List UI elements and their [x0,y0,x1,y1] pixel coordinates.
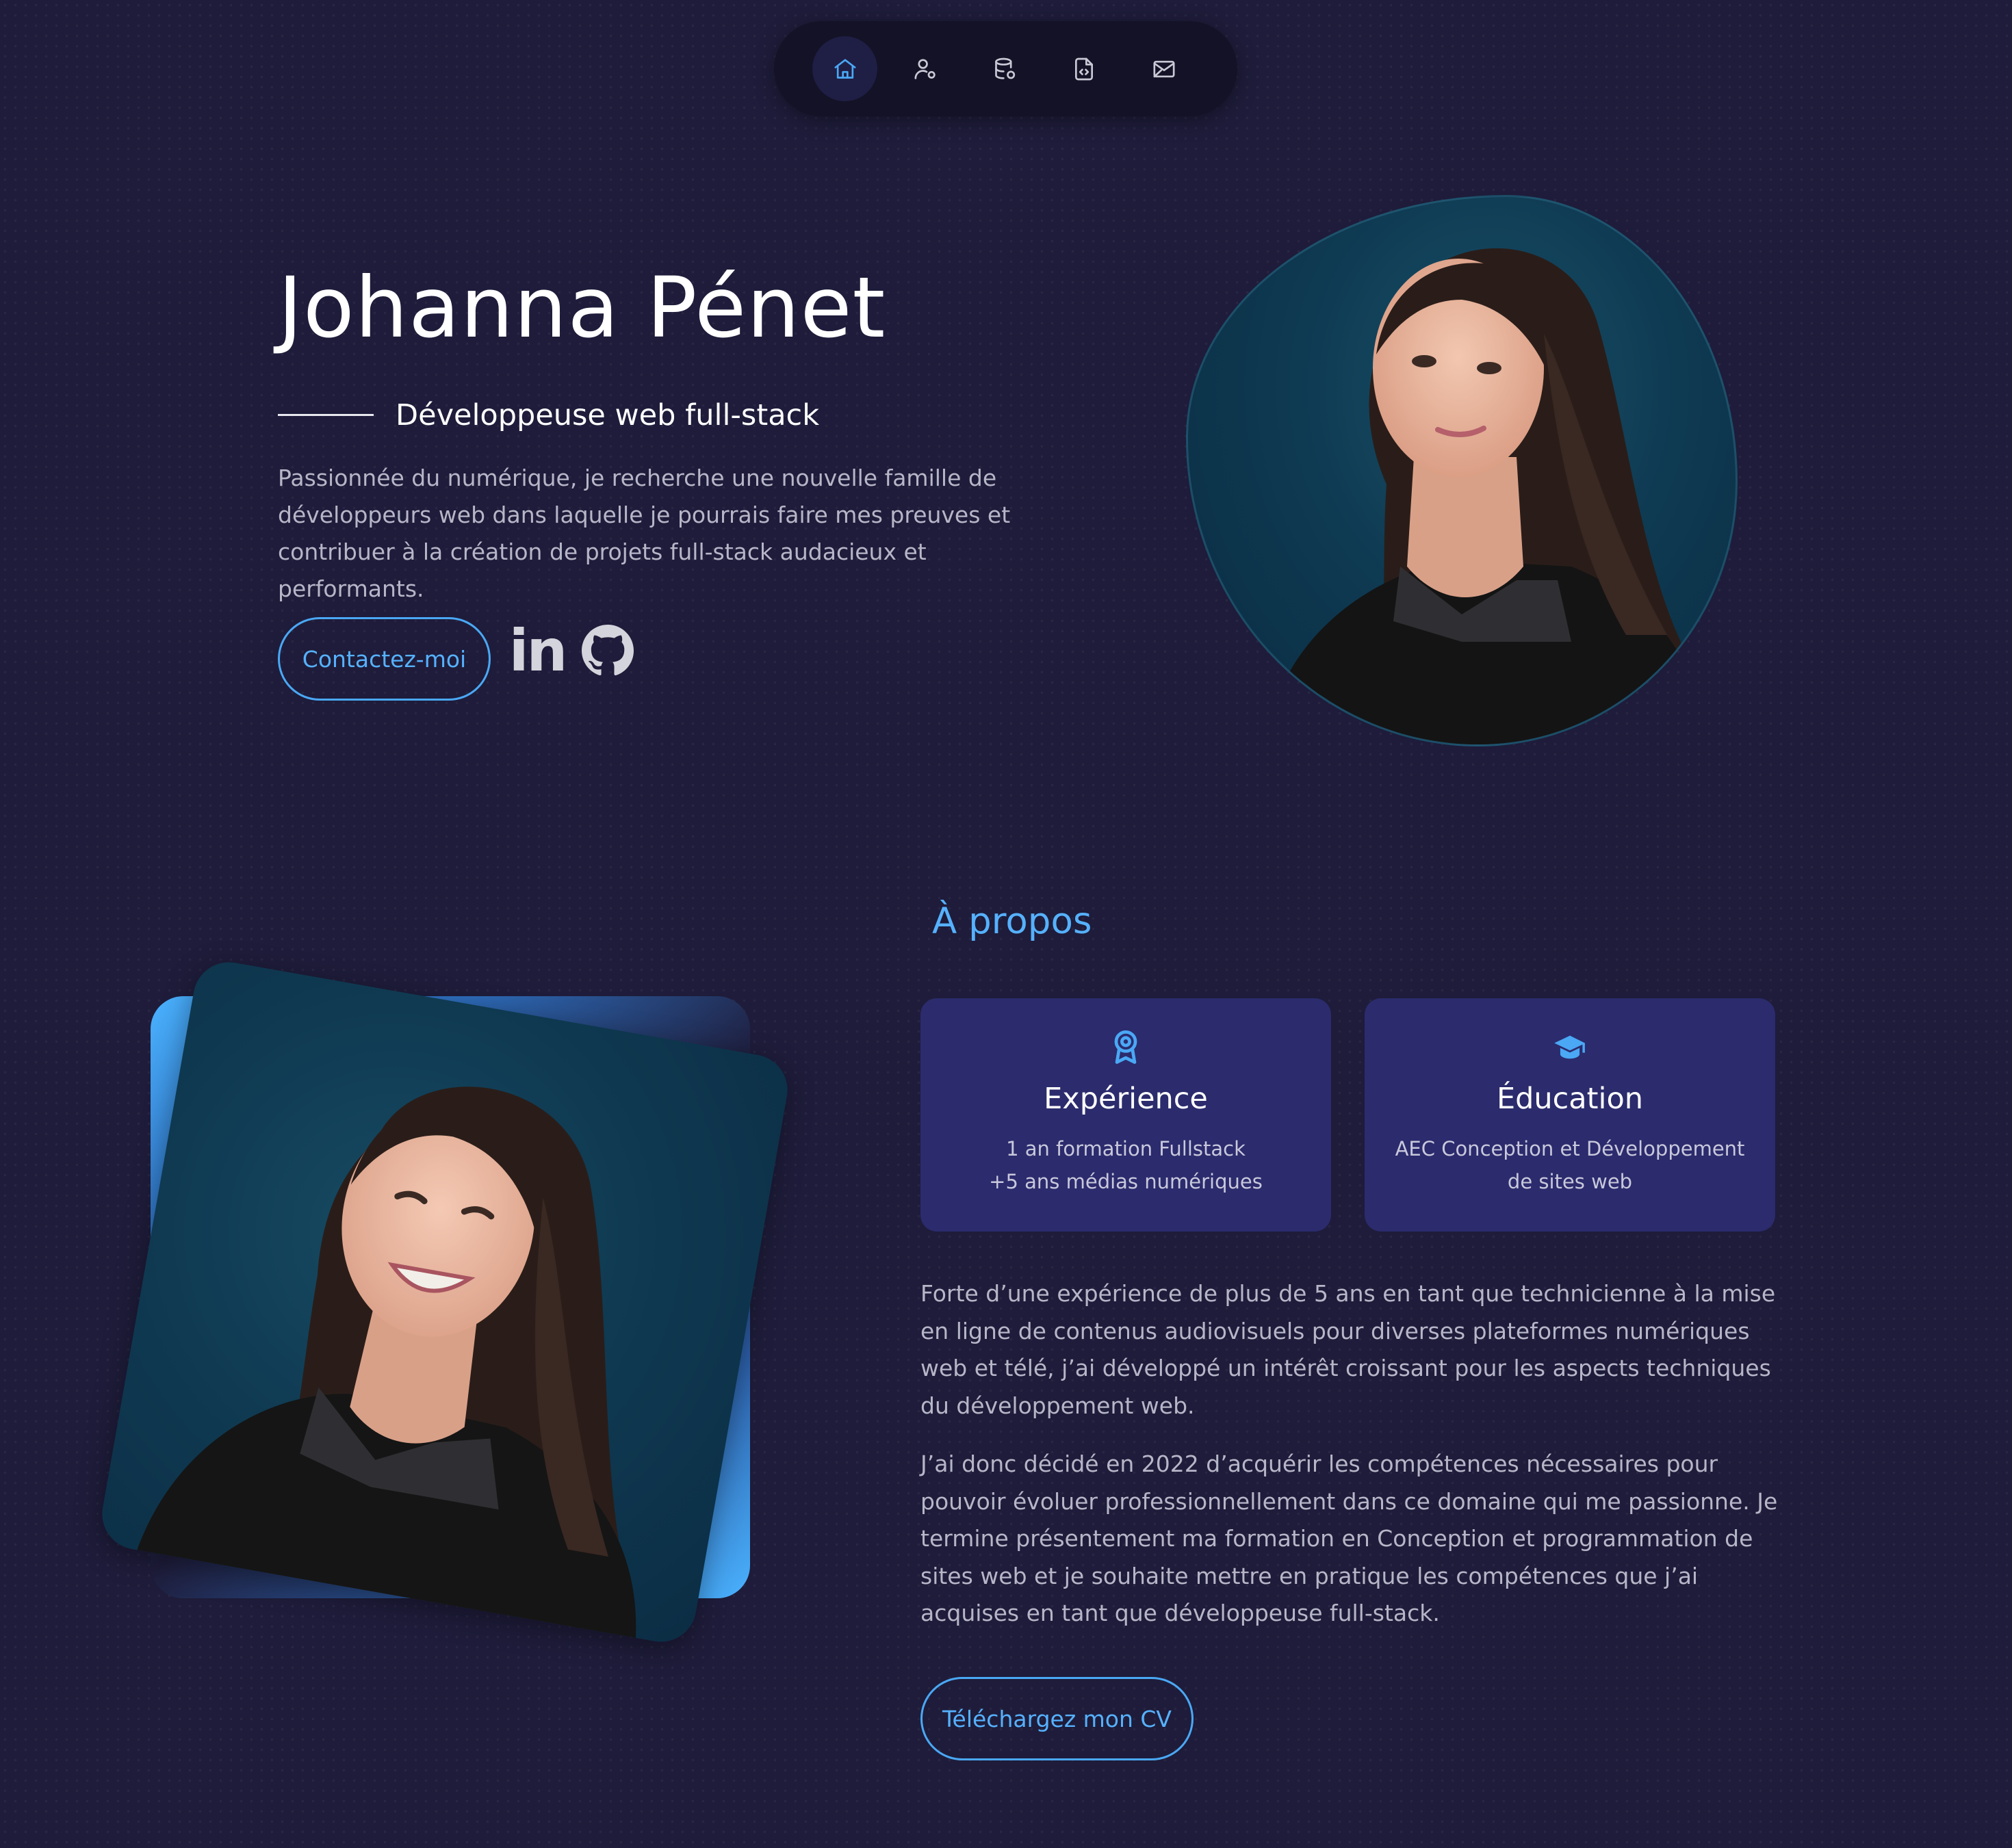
award-icon [1114,1030,1137,1064]
about-photo [96,956,793,1648]
about-title: À propos [932,900,1092,942]
github-icon [582,625,634,676]
github-link[interactable] [580,620,635,681]
user-icon [914,58,936,79]
education-title: Éducation [1496,1082,1644,1116]
download-cv-button[interactable]: Téléchargez mon CV [920,1677,1194,1760]
home-icon [834,58,855,79]
about-portrait-illustration [137,1086,636,1638]
about-paragraph-2: J’ai donc décidé en 2022 d’acquérir les … [920,1450,1778,1626]
nav-contact[interactable] [1131,36,1196,101]
top-nav [774,21,1237,116]
mail-icon [1153,60,1174,77]
nav-about[interactable] [892,36,957,101]
education-line-2: de sites web [1507,1170,1633,1193]
hero-description: Passionnée du numérique, je recherche un… [278,465,1011,602]
graduation-cap-icon [1554,1035,1585,1059]
linkedin-icon[interactable]: in [509,617,568,684]
hero-portrait [1186,195,1738,746]
hero-name: Johanna Pénet [278,259,886,356]
nav-home[interactable] [812,36,877,101]
experience-card: Expérience 1 an formation Fullstack +5 a… [920,998,1331,1232]
contact-button[interactable]: Contactez-moi [278,617,491,701]
about-paragraph-1: Forte d’une expérience de plus de 5 ans … [920,1280,1776,1419]
experience-line-1: 1 an formation Fullstack [1006,1137,1246,1160]
education-card: Éducation AEC Conception et Développemen… [1365,998,1775,1232]
experience-line-2: +5 ans médias numériques [989,1170,1263,1193]
nav-projects[interactable] [1051,36,1116,101]
hero-subtitle: Développeuse web full-stack [396,398,820,432]
nav-skills[interactable] [972,36,1037,101]
education-line-1: AEC Conception et Développement [1395,1137,1745,1160]
portrait-illustration [1263,248,1708,744]
database-icon [994,57,1015,79]
code-file-icon [1074,57,1093,80]
subtitle-divider [278,414,374,416]
experience-title: Expérience [1044,1082,1208,1116]
